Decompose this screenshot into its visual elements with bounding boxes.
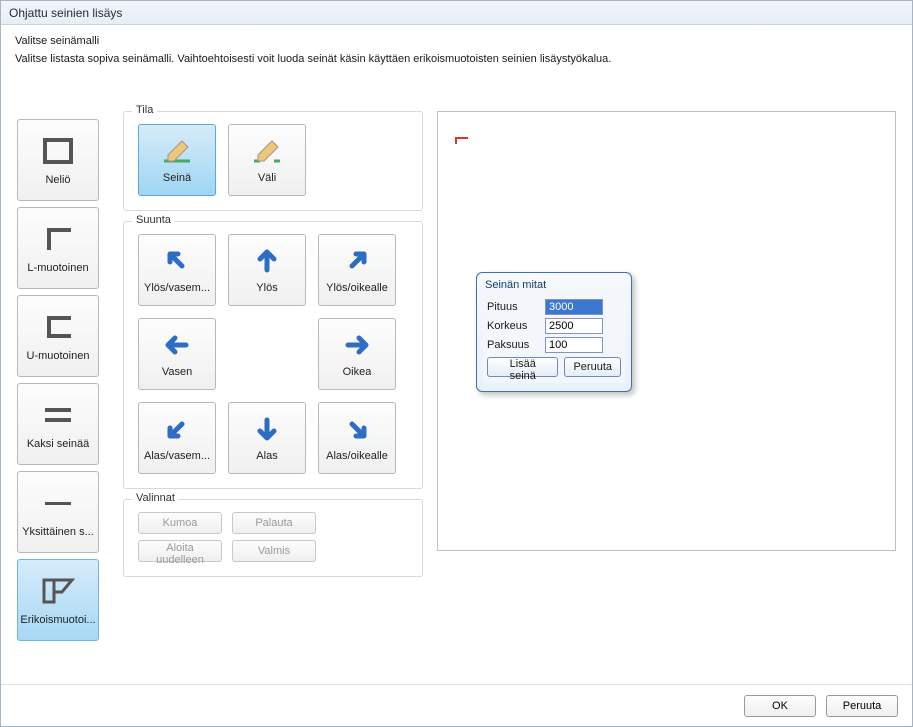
mode-wall-label: Seinä	[163, 172, 191, 184]
dir-label: Alas/oikealle	[326, 450, 388, 462]
dir-label: Vasen	[162, 366, 192, 378]
ok-button[interactable]: OK	[744, 695, 816, 717]
group-tila: Tila Seinä Väli	[123, 111, 423, 211]
dialog-footer: OK Peruuta	[1, 684, 912, 726]
length-input[interactable]	[545, 299, 603, 315]
mode-gap-label: Väli	[258, 172, 276, 184]
dir-down-left-button[interactable]: Alas/vasem...	[138, 402, 216, 474]
shape-u[interactable]: U-muotoinen	[17, 295, 99, 377]
thickness-input[interactable]	[545, 337, 603, 353]
preview-column: Seinän mitat Pituus Korkeus Paksuus	[437, 111, 896, 674]
undo-button[interactable]: Kumoa	[138, 512, 222, 534]
mode-gap-button[interactable]: Väli	[228, 124, 306, 196]
group-title: Valinnat	[132, 492, 179, 504]
add-wall-button[interactable]: Lisää seinä	[487, 357, 558, 377]
mode-wall-button[interactable]: Seinä	[138, 124, 216, 196]
dir-up-right-button[interactable]: Ylös/oikealle	[318, 234, 396, 306]
cancel-button[interactable]: Peruuta	[826, 695, 898, 717]
dialog-header: Valitse seinämalli Valitse listasta sopi…	[1, 25, 912, 71]
single-wall-icon	[36, 486, 80, 520]
dir-down-button[interactable]: Alas	[228, 402, 306, 474]
shape-label: U-muotoinen	[27, 350, 90, 362]
controls-column: Tila Seinä Väli	[123, 111, 423, 674]
thickness-label: Paksuus	[487, 339, 539, 351]
dir-down-right-button[interactable]: Alas/oikealle	[318, 402, 396, 474]
popup-title: Seinän mitat	[483, 277, 625, 295]
dialog-window: Ohjattu seinien lisäys Valitse seinämall…	[0, 0, 913, 727]
shape-two-walls[interactable]: Kaksi seinää	[17, 383, 99, 465]
shape-l[interactable]: L-muotoinen	[17, 207, 99, 289]
group-suunta: Suunta Ylös/vasem... Ylös Ylös/oikealle	[123, 221, 423, 489]
arrow-down-left-icon	[159, 414, 195, 444]
finish-button[interactable]: Valmis	[232, 540, 316, 562]
two-walls-icon	[36, 398, 80, 432]
shape-single-wall[interactable]: Yksittäinen s...	[17, 471, 99, 553]
redo-button[interactable]: Palauta	[232, 512, 316, 534]
l-shape-icon	[36, 222, 80, 256]
group-title: Suunta	[132, 214, 175, 226]
dir-right-button[interactable]: Oikea	[318, 318, 396, 390]
shape-label: Neliö	[45, 174, 70, 186]
cancel-wall-button[interactable]: Peruuta	[564, 357, 621, 377]
square-icon	[36, 134, 80, 168]
wall-start-marker-icon	[454, 136, 470, 146]
arrow-left-icon	[159, 330, 195, 360]
page-title: Valitse seinämalli	[15, 35, 898, 47]
page-subtitle: Valitse listasta sopiva seinämalli. Vaih…	[15, 53, 898, 65]
arrow-up-right-icon	[339, 246, 375, 276]
dir-label: Oikea	[343, 366, 372, 378]
arrow-down-right-icon	[339, 414, 375, 444]
arrow-down-icon	[249, 414, 285, 444]
arrow-up-icon	[249, 246, 285, 276]
shape-label: Yksittäinen s...	[22, 526, 94, 538]
shape-list: Neliö L-muotoinen U-muotoinen Kaksi sein…	[17, 111, 109, 674]
dialog-body: Neliö L-muotoinen U-muotoinen Kaksi sein…	[1, 71, 912, 684]
dir-label: Alas	[256, 450, 277, 462]
dir-label: Ylös/oikealle	[326, 282, 388, 294]
pencil-line-icon	[159, 136, 195, 166]
shape-label: L-muotoinen	[27, 262, 88, 274]
preview-canvas[interactable]: Seinän mitat Pituus Korkeus Paksuus	[437, 111, 896, 551]
pencil-gap-icon	[249, 136, 285, 166]
group-valinnat: Valinnat Kumoa Palauta Aloita uudelleen …	[123, 499, 423, 577]
dir-label: Ylös	[256, 282, 277, 294]
wall-dimensions-popup: Seinän mitat Pituus Korkeus Paksuus	[476, 272, 632, 392]
window-title: Ohjattu seinien lisäys	[9, 6, 122, 20]
arrow-right-icon	[339, 330, 375, 360]
u-shape-icon	[36, 310, 80, 344]
dir-up-button[interactable]: Ylös	[228, 234, 306, 306]
length-label: Pituus	[487, 301, 539, 313]
height-input[interactable]	[545, 318, 603, 334]
shape-square[interactable]: Neliö	[17, 119, 99, 201]
titlebar: Ohjattu seinien lisäys	[1, 1, 912, 25]
restart-button[interactable]: Aloita uudelleen	[138, 540, 222, 562]
dir-left-button[interactable]: Vasen	[138, 318, 216, 390]
height-label: Korkeus	[487, 320, 539, 332]
shape-custom[interactable]: Erikoismuotoi...	[17, 559, 99, 641]
arrow-up-left-icon	[159, 246, 195, 276]
shape-label: Kaksi seinää	[27, 438, 89, 450]
custom-shape-icon	[36, 574, 80, 608]
group-title: Tila	[132, 104, 157, 116]
shape-label: Erikoismuotoi...	[20, 614, 95, 626]
dir-label: Ylös/vasem...	[144, 282, 210, 294]
dir-label: Alas/vasem...	[144, 450, 210, 462]
dir-up-left-button[interactable]: Ylös/vasem...	[138, 234, 216, 306]
